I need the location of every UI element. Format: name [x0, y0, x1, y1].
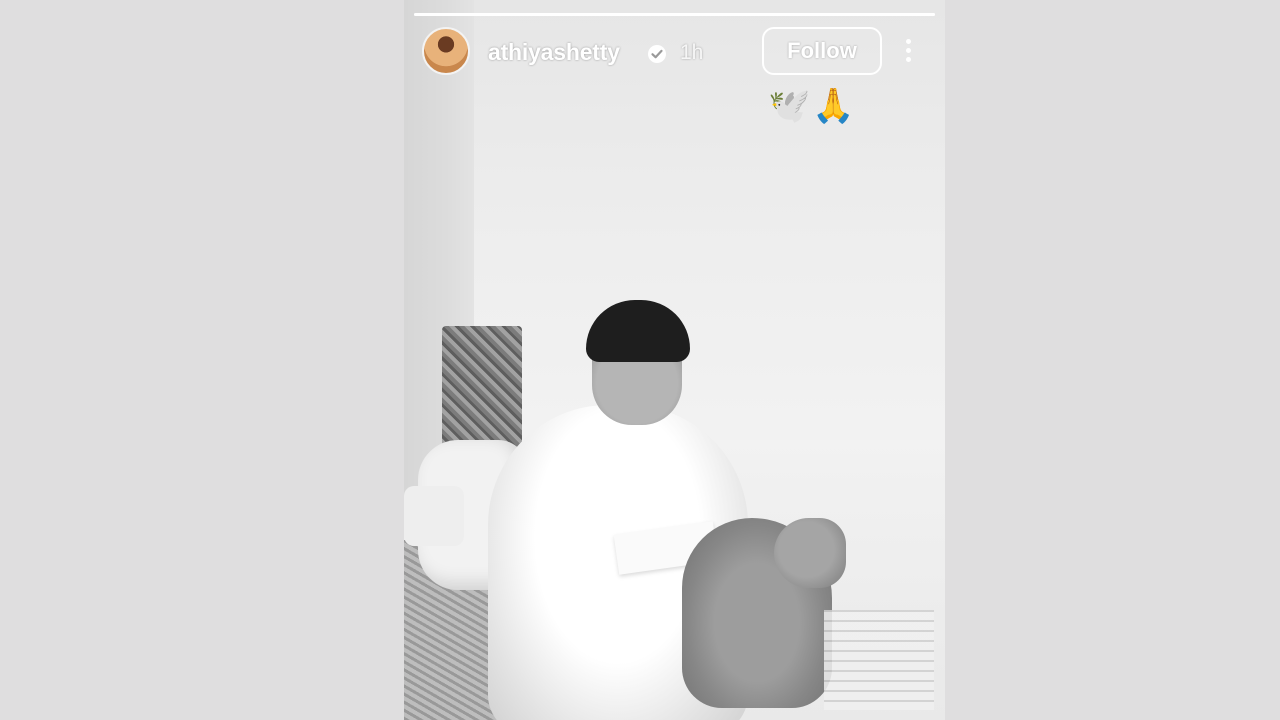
- avatar[interactable]: [422, 27, 470, 75]
- story-progress-bar: [414, 13, 935, 16]
- username[interactable]: athiyashetty: [488, 39, 620, 66]
- story-viewer[interactable]: athiyashetty 1h Follow 🕊️🙏: [404, 0, 945, 720]
- verified-badge-icon: [648, 45, 666, 63]
- story-header: athiyashetty 1h Follow: [422, 27, 927, 81]
- photo-pillow-small: [404, 486, 464, 546]
- emoji-stickers: 🕊️🙏: [768, 87, 857, 125]
- photo-dog-head: [774, 518, 846, 588]
- photo-woman-hair: [586, 300, 690, 362]
- more-options-icon[interactable]: [904, 39, 912, 67]
- follow-button[interactable]: Follow: [762, 27, 882, 75]
- post-time: 1h: [680, 41, 704, 64]
- story-progress-fill: [414, 13, 935, 16]
- photo-papers: [824, 610, 934, 710]
